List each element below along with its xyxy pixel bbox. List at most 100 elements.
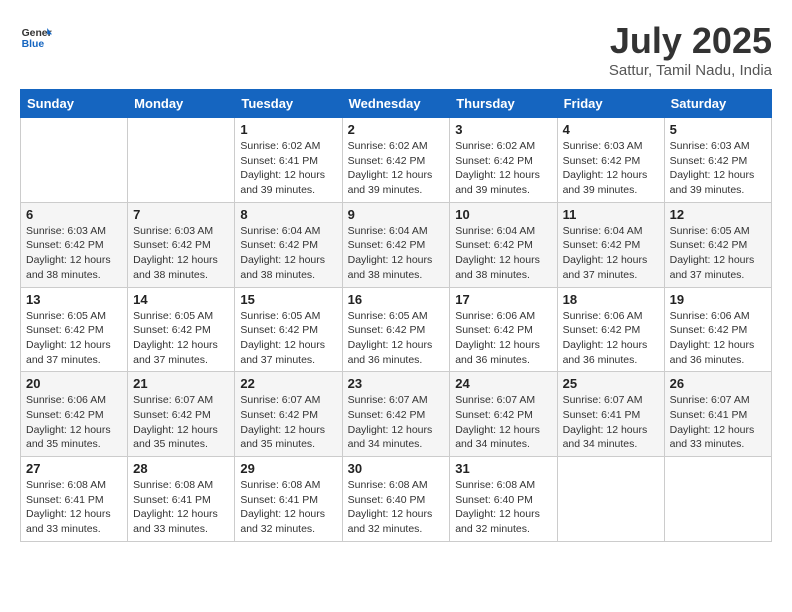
day-info: Sunrise: 6:04 AM Sunset: 6:42 PM Dayligh…: [348, 224, 445, 283]
weekday-sunday: Sunday: [21, 90, 128, 118]
day-number: 26: [670, 376, 766, 391]
calendar-cell: 17 Sunrise: 6:06 AM Sunset: 6:42 PM Dayli…: [450, 287, 557, 372]
day-info: Sunrise: 6:03 AM Sunset: 6:42 PM Dayligh…: [563, 139, 659, 198]
weekday-tuesday: Tuesday: [235, 90, 342, 118]
day-number: 17: [455, 292, 551, 307]
day-info: Sunrise: 6:07 AM Sunset: 6:42 PM Dayligh…: [348, 393, 445, 452]
calendar-cell: 9 Sunrise: 6:04 AM Sunset: 6:42 PM Daylig…: [342, 202, 450, 287]
day-number: 30: [348, 461, 445, 476]
calendar-cell: 14Sunrise: 6:05 AM Sunset: 6:42 PM Dayli…: [128, 287, 235, 372]
calendar-title: July 2025: [609, 20, 772, 62]
day-number: 28: [133, 461, 229, 476]
day-info: Sunrise: 6:02 AM Sunset: 6:42 PM Dayligh…: [348, 139, 445, 198]
day-info: Sunrise: 6:07 AM Sunset: 6:42 PM Dayligh…: [240, 393, 336, 452]
day-info: Sunrise: 6:03 AM Sunset: 6:42 PM Dayligh…: [133, 224, 229, 283]
weekday-header-row: SundayMondayTuesdayWednesdayThursdayFrid…: [21, 90, 772, 118]
day-info: Sunrise: 6:05 AM Sunset: 6:42 PM Dayligh…: [348, 309, 445, 368]
day-number: 5: [670, 122, 766, 137]
week-row-3: 13 Sunrise: 6:05 AM Sunset: 6:42 PM Dayli…: [21, 287, 772, 372]
calendar-cell: 10Sunrise: 6:04 AM Sunset: 6:42 PM Dayli…: [450, 202, 557, 287]
title-block: July 2025 Sattur, Tamil Nadu, India: [609, 20, 772, 79]
day-info: Sunrise: 6:04 AM Sunset: 6:42 PM Dayligh…: [563, 224, 659, 283]
calendar-cell: 16Sunrise: 6:05 AM Sunset: 6:42 PM Dayli…: [342, 287, 450, 372]
week-row-1: 1Sunrise: 6:02 AM Sunset: 6:41 PM Daylig…: [21, 118, 772, 203]
day-number: 24: [455, 376, 551, 391]
day-info: Sunrise: 6:08 AM Sunset: 6:40 PM Dayligh…: [348, 478, 445, 537]
day-number: 4: [563, 122, 659, 137]
calendar-cell: 6 Sunrise: 6:03 AM Sunset: 6:42 PM Daylig…: [21, 202, 128, 287]
day-number: 23: [348, 376, 445, 391]
calendar-cell: 30 Sunrise: 6:08 AM Sunset: 6:40 PM Dayli…: [342, 457, 450, 542]
week-row-2: 6 Sunrise: 6:03 AM Sunset: 6:42 PM Daylig…: [21, 202, 772, 287]
day-info: Sunrise: 6:05 AM Sunset: 6:42 PM Dayligh…: [26, 309, 122, 368]
day-number: 29: [240, 461, 336, 476]
day-number: 21: [133, 376, 229, 391]
day-number: 3: [455, 122, 551, 137]
week-row-5: 27 Sunrise: 6:08 AM Sunset: 6:41 PM Dayli…: [21, 457, 772, 542]
day-info: Sunrise: 6:06 AM Sunset: 6:42 PM Dayligh…: [563, 309, 659, 368]
calendar-cell: 21 Sunrise: 6:07 AM Sunset: 6:42 PM Dayli…: [128, 372, 235, 457]
day-info: Sunrise: 6:03 AM Sunset: 6:42 PM Dayligh…: [26, 224, 122, 283]
day-number: 7: [133, 207, 229, 222]
day-info: Sunrise: 6:04 AM Sunset: 6:42 PM Dayligh…: [455, 224, 551, 283]
day-number: 18: [563, 292, 659, 307]
calendar-cell: [21, 118, 128, 203]
day-number: 14: [133, 292, 229, 307]
day-number: 12: [670, 207, 766, 222]
day-info: Sunrise: 6:05 AM Sunset: 6:42 PM Dayligh…: [240, 309, 336, 368]
day-info: Sunrise: 6:08 AM Sunset: 6:40 PM Dayligh…: [455, 478, 551, 537]
calendar-cell: 15 Sunrise: 6:05 AM Sunset: 6:42 PM Dayli…: [235, 287, 342, 372]
calendar-cell: [128, 118, 235, 203]
calendar-cell: 28 Sunrise: 6:08 AM Sunset: 6:41 PM Dayli…: [128, 457, 235, 542]
calendar-cell: [664, 457, 771, 542]
calendar-cell: 29 Sunrise: 6:08 AM Sunset: 6:41 PM Dayli…: [235, 457, 342, 542]
day-info: Sunrise: 6:04 AM Sunset: 6:42 PM Dayligh…: [240, 224, 336, 283]
day-number: 8: [240, 207, 336, 222]
day-info: Sunrise: 6:06 AM Sunset: 6:42 PM Dayligh…: [455, 309, 551, 368]
calendar-cell: 20Sunrise: 6:06 AM Sunset: 6:42 PM Dayli…: [21, 372, 128, 457]
day-info: Sunrise: 6:08 AM Sunset: 6:41 PM Dayligh…: [240, 478, 336, 537]
logo-icon: General Blue: [20, 20, 52, 52]
weekday-thursday: Thursday: [450, 90, 557, 118]
day-number: 6: [26, 207, 122, 222]
calendar-body: 1Sunrise: 6:02 AM Sunset: 6:41 PM Daylig…: [21, 118, 772, 542]
calendar-cell: 18 Sunrise: 6:06 AM Sunset: 6:42 PM Dayli…: [557, 287, 664, 372]
calendar-cell: 31 Sunrise: 6:08 AM Sunset: 6:40 PM Dayli…: [450, 457, 557, 542]
day-number: 25: [563, 376, 659, 391]
week-row-4: 20Sunrise: 6:06 AM Sunset: 6:42 PM Dayli…: [21, 372, 772, 457]
calendar-cell: 19Sunrise: 6:06 AM Sunset: 6:42 PM Dayli…: [664, 287, 771, 372]
day-info: Sunrise: 6:08 AM Sunset: 6:41 PM Dayligh…: [133, 478, 229, 537]
day-info: Sunrise: 6:07 AM Sunset: 6:42 PM Dayligh…: [455, 393, 551, 452]
calendar-cell: 3Sunrise: 6:02 AM Sunset: 6:42 PM Daylig…: [450, 118, 557, 203]
calendar-cell: 26 Sunrise: 6:07 AM Sunset: 6:41 PM Dayli…: [664, 372, 771, 457]
day-info: Sunrise: 6:06 AM Sunset: 6:42 PM Dayligh…: [26, 393, 122, 452]
day-number: 13: [26, 292, 122, 307]
calendar-cell: 22Sunrise: 6:07 AM Sunset: 6:42 PM Dayli…: [235, 372, 342, 457]
day-number: 31: [455, 461, 551, 476]
calendar-cell: 25Sunrise: 6:07 AM Sunset: 6:41 PM Dayli…: [557, 372, 664, 457]
weekday-friday: Friday: [557, 90, 664, 118]
day-info: Sunrise: 6:07 AM Sunset: 6:41 PM Dayligh…: [670, 393, 766, 452]
day-number: 11: [563, 207, 659, 222]
calendar-cell: 1Sunrise: 6:02 AM Sunset: 6:41 PM Daylig…: [235, 118, 342, 203]
day-number: 19: [670, 292, 766, 307]
calendar-subtitle: Sattur, Tamil Nadu, India: [609, 62, 772, 79]
day-number: 9: [348, 207, 445, 222]
page-header: General Blue July 2025 Sattur, Tamil Nad…: [20, 20, 772, 79]
svg-text:Blue: Blue: [22, 39, 45, 50]
day-number: 15: [240, 292, 336, 307]
calendar-cell: 5Sunrise: 6:03 AM Sunset: 6:42 PM Daylig…: [664, 118, 771, 203]
day-number: 2: [348, 122, 445, 137]
day-number: 1: [240, 122, 336, 137]
day-number: 27: [26, 461, 122, 476]
calendar-cell: 13 Sunrise: 6:05 AM Sunset: 6:42 PM Dayli…: [21, 287, 128, 372]
calendar-cell: 7 Sunrise: 6:03 AM Sunset: 6:42 PM Daylig…: [128, 202, 235, 287]
calendar-cell: 8 Sunrise: 6:04 AM Sunset: 6:42 PM Daylig…: [235, 202, 342, 287]
calendar-cell: 12Sunrise: 6:05 AM Sunset: 6:42 PM Dayli…: [664, 202, 771, 287]
weekday-wednesday: Wednesday: [342, 90, 450, 118]
calendar-cell: 27 Sunrise: 6:08 AM Sunset: 6:41 PM Dayli…: [21, 457, 128, 542]
day-info: Sunrise: 6:08 AM Sunset: 6:41 PM Dayligh…: [26, 478, 122, 537]
calendar-cell: 4 Sunrise: 6:03 AM Sunset: 6:42 PM Daylig…: [557, 118, 664, 203]
calendar-table: SundayMondayTuesdayWednesdayThursdayFrid…: [20, 89, 772, 542]
day-info: Sunrise: 6:07 AM Sunset: 6:42 PM Dayligh…: [133, 393, 229, 452]
